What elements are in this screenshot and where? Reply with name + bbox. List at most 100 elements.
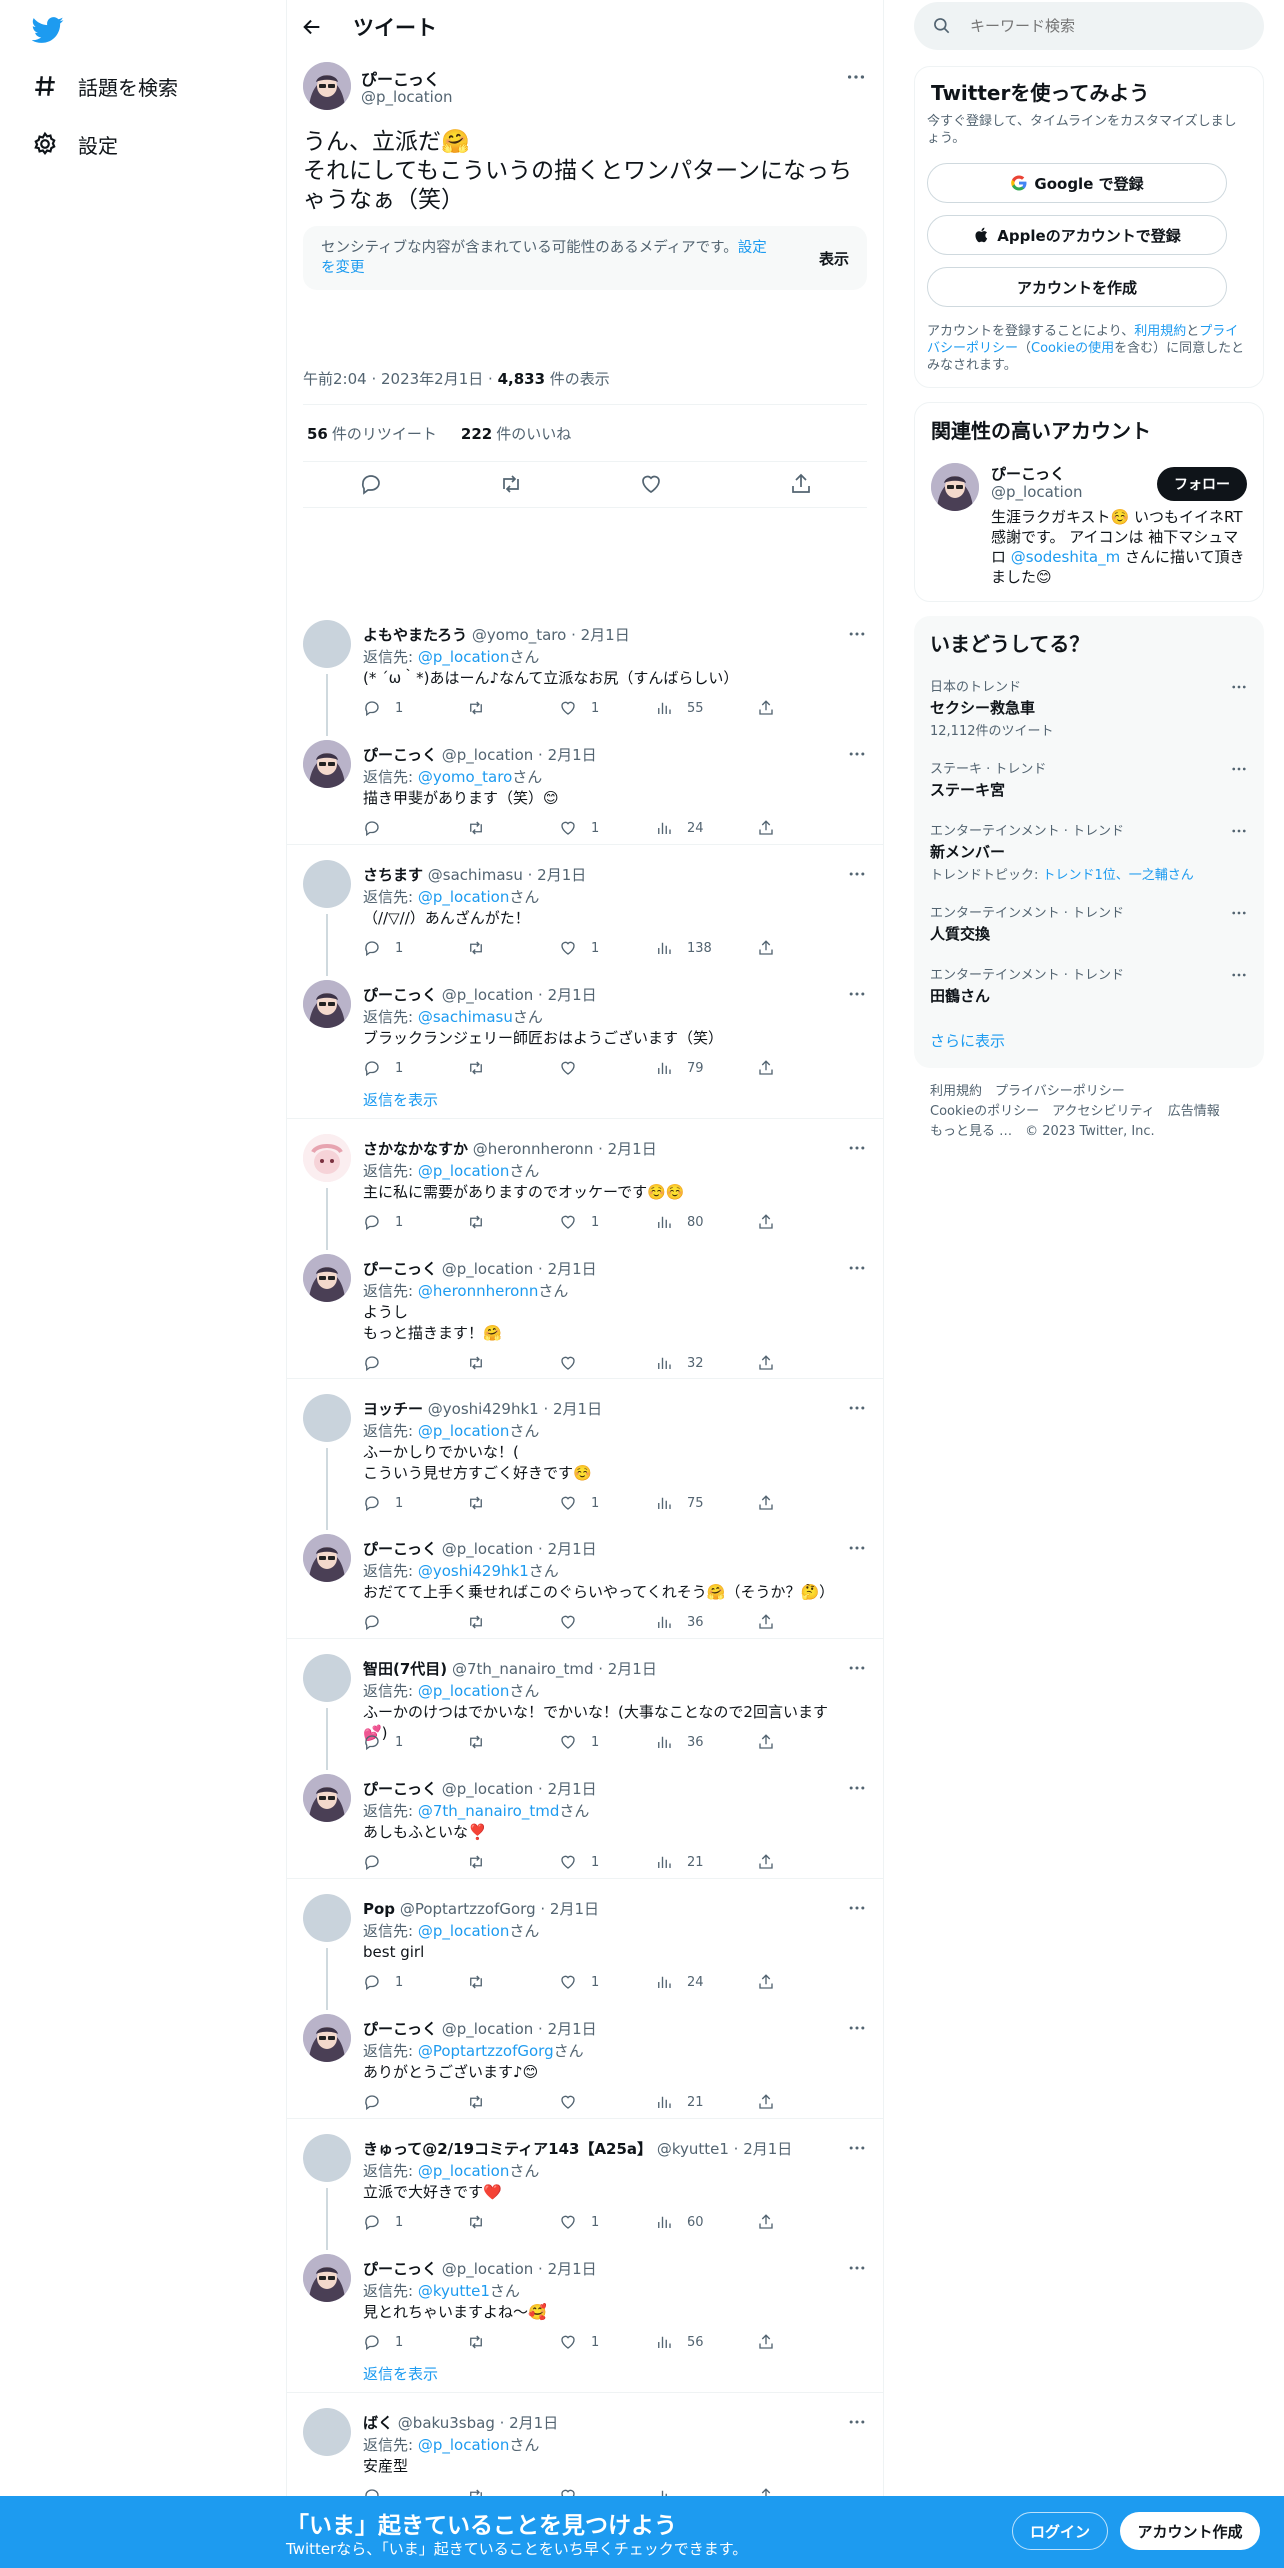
avatar[interactable]	[303, 980, 351, 1028]
views-button[interactable]: 36	[655, 1613, 704, 1631]
reply-author-handle[interactable]: @yoshi429hk1 · 2月1日	[428, 1400, 602, 1418]
reply-author-name[interactable]: ぴーこっく	[363, 1540, 437, 1558]
reply-author-name[interactable]: さかなかなすか	[363, 1140, 468, 1158]
views-button[interactable]: 55	[655, 699, 704, 717]
reply-author-handle[interactable]: @yomo_taro · 2月1日	[472, 626, 630, 644]
reply-to-mention[interactable]: @p_location	[418, 648, 510, 666]
avatar[interactable]	[303, 62, 351, 110]
reply-tweet[interactable]: ぴーこっく @p_location · 2月1日 返信先: @kyutte1さん…	[287, 2240, 883, 2363]
views-button[interactable]: 79	[655, 1059, 704, 1077]
reply-author-handle[interactable]: @baku3sbag · 2月1日	[398, 2414, 558, 2432]
like-button[interactable]: 1	[559, 819, 599, 837]
reply-tweet[interactable]: Pop @PoptartzzofGorg · 2月1日 返信先: @p_loca…	[287, 1894, 883, 2010]
reply-to-mention[interactable]: @p_location	[418, 1162, 510, 1180]
login-button[interactable]: ログイン	[1012, 2512, 1108, 2550]
reply-author-name[interactable]: きゅって@2/19コミティア143【A25a】	[363, 2140, 652, 2158]
views-button[interactable]: 21	[655, 2093, 704, 2111]
like-icon[interactable]	[639, 472, 663, 496]
reply-author-name[interactable]: ぴーこっく	[363, 2020, 437, 2038]
reply-tweet[interactable]: ぴーこっく @p_location · 2月1日 返信先: @sachimasu…	[287, 966, 883, 1089]
reply-button[interactable]	[363, 1613, 395, 1631]
more-icon[interactable]	[847, 2412, 867, 2432]
reply-tweet[interactable]: さかなかなすか @heronnheronn · 2月1日 返信先: @p_loc…	[287, 1134, 883, 1250]
google-signup-button[interactable]: Google で登録	[927, 163, 1227, 203]
share-button[interactable]	[757, 2333, 789, 2351]
like-button[interactable]: 1	[559, 1733, 599, 1751]
more-icon[interactable]	[847, 1138, 867, 1158]
reply-author-handle[interactable]: @PoptartzzofGorg · 2月1日	[400, 1900, 599, 1918]
show-media-button[interactable]: 表示	[819, 248, 849, 269]
views-button[interactable]: 80	[655, 1213, 704, 1231]
reply-button[interactable]	[363, 1853, 395, 1871]
like-button[interactable]: 1	[559, 939, 599, 957]
retweet-button[interactable]	[467, 1733, 499, 1751]
reply-author-name[interactable]: ばく	[363, 2414, 393, 2432]
avatar[interactable]	[303, 1394, 351, 1442]
cookie-link[interactable]: Cookieの使用	[1031, 341, 1114, 356]
reply-author-name[interactable]: ぴーこっく	[363, 986, 437, 1004]
reply-button[interactable]	[363, 1354, 395, 1372]
more-icon[interactable]	[847, 984, 867, 1004]
nav-explore[interactable]: 話題を検索	[32, 66, 178, 106]
views-button[interactable]: 21	[655, 1853, 704, 1871]
create-account-button[interactable]: アカウントを作成	[927, 267, 1227, 307]
reply-button[interactable]	[363, 2093, 395, 2111]
back-arrow-icon[interactable]	[301, 16, 323, 38]
more-icon[interactable]	[847, 1538, 867, 1558]
avatar[interactable]	[303, 2254, 351, 2302]
trend-topic-link[interactable]: トレンド1位、一之輔さん	[1043, 868, 1194, 883]
retweet-icon[interactable]	[499, 472, 523, 496]
more-icon[interactable]	[1230, 760, 1248, 778]
footer-ads[interactable]: 広告情報	[1168, 1104, 1220, 1119]
reply-author-handle[interactable]: @p_location · 2月1日	[442, 746, 597, 764]
avatar[interactable]	[303, 1534, 351, 1582]
avatar[interactable]	[303, 620, 351, 668]
reply-author-handle[interactable]: @p_location · 2月1日	[442, 1540, 597, 1558]
share-button[interactable]	[757, 1354, 789, 1372]
show-more-trends-link[interactable]: さらに表示	[930, 1030, 1005, 1051]
reply-author-name[interactable]: ヨッチー	[363, 1400, 423, 1418]
more-icon[interactable]	[847, 2018, 867, 2038]
like-button[interactable]	[559, 1059, 591, 1077]
avatar[interactable]	[303, 1774, 351, 1822]
share-button[interactable]	[757, 2093, 789, 2111]
twitter-logo-icon[interactable]	[32, 14, 64, 46]
retweet-button[interactable]	[467, 1059, 499, 1077]
views-button[interactable]: 138	[655, 939, 712, 957]
share-button[interactable]	[757, 1059, 789, 1077]
retweet-button[interactable]	[467, 2213, 499, 2231]
more-icon[interactable]	[845, 66, 867, 88]
reply-tweet[interactable]: さちます @sachimasu · 2月1日 返信先: @p_locationさ…	[287, 860, 883, 976]
reply-author-name[interactable]: Pop	[363, 1900, 395, 1918]
more-icon[interactable]	[847, 1778, 867, 1798]
reply-to-mention[interactable]: @PoptartzzofGorg	[418, 2042, 554, 2060]
reply-author-name[interactable]: ぴーこっく	[363, 2260, 437, 2278]
author-handle[interactable]: @p_location	[361, 88, 453, 106]
retweet-button[interactable]	[467, 1494, 499, 1512]
retweet-stat[interactable]: 56 件のリツイート	[307, 423, 437, 444]
reply-author-handle[interactable]: @p_location · 2月1日	[442, 986, 597, 1004]
avatar[interactable]	[303, 2014, 351, 2062]
avatar[interactable]	[303, 2408, 351, 2456]
trend-item[interactable]: エンターテインメント · トレンド 田鶴さん	[930, 964, 1248, 1006]
more-icon[interactable]	[847, 1398, 867, 1418]
reply-to-mention[interactable]: @p_location	[418, 2436, 510, 2454]
share-button[interactable]	[757, 1494, 789, 1512]
reply-author-name[interactable]: 智田(7代目)	[363, 1660, 447, 1678]
share-button[interactable]	[757, 2213, 789, 2231]
reply-to-mention[interactable]: @p_location	[418, 1422, 510, 1440]
apple-signup-button[interactable]: Appleのアカウントで登録	[927, 215, 1227, 255]
avatar[interactable]	[303, 860, 351, 908]
reply-button[interactable]: 1	[363, 1213, 403, 1231]
footer-privacy[interactable]: プライバシーポリシー	[995, 1084, 1125, 1099]
views-button[interactable]: 60	[655, 2213, 704, 2231]
follow-button[interactable]: フォロー	[1157, 467, 1247, 501]
reply-tweet[interactable]: ぴーこっく @p_location · 2月1日 返信先: @heronnher…	[287, 1254, 883, 1384]
like-button[interactable]: 1	[559, 699, 599, 717]
author-name[interactable]: ぴーこっく	[361, 66, 440, 90]
views-button[interactable]: 56	[655, 2333, 704, 2351]
reply-author-handle[interactable]: @7th_nanairo_tmd · 2月1日	[452, 1660, 657, 1678]
more-icon[interactable]	[1230, 678, 1248, 696]
share-button[interactable]	[757, 939, 789, 957]
reply-author-name[interactable]: よもやまたろう	[363, 626, 467, 644]
